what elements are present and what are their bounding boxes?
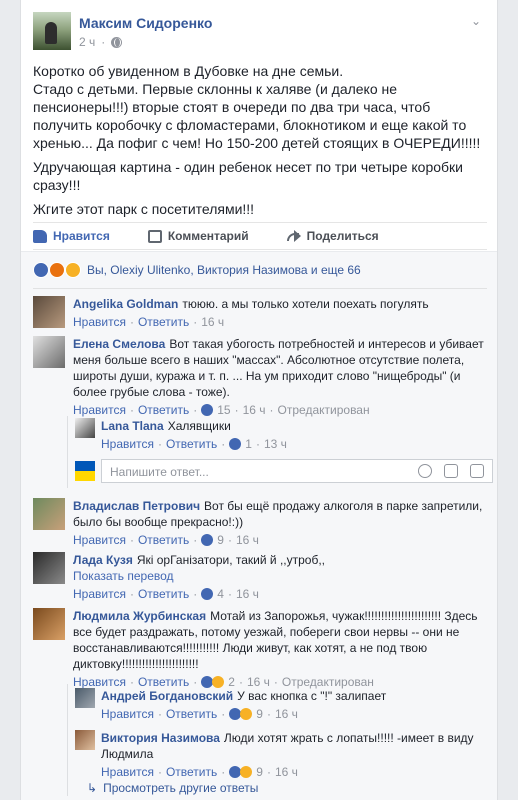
thread-line [67, 684, 68, 796]
comment-time[interactable]: 16 ч [275, 706, 298, 722]
comment-author[interactable]: Angelika Goldman [73, 297, 178, 311]
comment-like-link[interactable]: Нравится [101, 764, 154, 780]
comment-icon [147, 229, 162, 243]
share-label: Поделиться [306, 229, 379, 243]
avatar[interactable] [33, 608, 65, 640]
comments-section: Вы, Olexiy Ulitenko, Виктория Назимова и… [21, 251, 497, 800]
reply-input[interactable]: Напишите ответ... [101, 459, 493, 483]
comment-reply-link[interactable]: Ответить [138, 586, 189, 602]
comment-author[interactable]: Виктория Назимова [101, 731, 220, 745]
comment-text: У вас кнопка с "!" залипает [237, 689, 387, 703]
share-button[interactable]: Поделиться [286, 229, 379, 243]
like-button[interactable]: Нравится [33, 229, 110, 243]
comment-author[interactable]: Андрей Богдановский [101, 689, 233, 703]
like-count-icon [201, 404, 214, 416]
comment-text: Халявщики [167, 419, 231, 433]
thread-line [67, 416, 68, 488]
comment-like-link[interactable]: Нравится [73, 314, 126, 330]
post-header: Максим Сидоренко 2 ч · ⌄ [33, 12, 483, 52]
comment-like-link[interactable]: Нравится [101, 706, 154, 722]
reactions-summary[interactable]: Вы, Olexiy Ulitenko, Виктория Назимова и… [33, 262, 361, 278]
post-author[interactable]: Максим Сидоренко [79, 15, 212, 31]
avatar[interactable] [33, 296, 65, 328]
sad-reaction-icon [212, 676, 225, 688]
comment-reply-link[interactable]: Ответить [166, 436, 217, 452]
comment-reply-link[interactable]: Ответить [138, 532, 189, 548]
like-reaction-icon [33, 262, 49, 278]
comment-author[interactable]: Lana Tlana [101, 419, 164, 433]
avatar[interactable] [75, 688, 95, 708]
reply-arrow-icon: ↳ [87, 781, 98, 795]
avatar[interactable] [33, 552, 65, 584]
sad-reaction-icon [65, 262, 81, 278]
thumbs-up-icon [33, 229, 47, 243]
post-paragraph: Коротко об увиденном в Дубовке на дне се… [33, 63, 481, 151]
view-more-replies-label: Просмотреть другие ответы [103, 781, 259, 795]
share-icon [286, 230, 301, 242]
comment-like-link[interactable]: Нравится [101, 436, 154, 452]
comment-author[interactable]: Елена Смелова [73, 337, 165, 351]
comment-time[interactable]: 16 ч [236, 532, 259, 548]
comment-author[interactable]: Владислав Петрович [73, 499, 200, 513]
reply-placeholder: Напишите ответ... [110, 465, 209, 479]
chevron-down-icon[interactable]: ⌄ [471, 14, 481, 28]
angry-reaction-icon [49, 262, 65, 278]
comment-button[interactable]: Комментарий [147, 229, 249, 243]
comment-like-link[interactable]: Нравится [73, 402, 126, 418]
comment-author[interactable]: Людмила Журбинская [73, 609, 206, 623]
comment-reply-link[interactable]: Ответить [166, 706, 217, 722]
comment-like-link[interactable]: Нравится [73, 586, 126, 602]
camera-icon[interactable] [444, 464, 458, 478]
comment-text: тююю. а мы только хотели поехать погулят… [182, 297, 429, 311]
like-count-icon [229, 438, 242, 450]
post-actions: Нравится Комментарий Поделиться [33, 222, 487, 250]
laugh-reaction-icon [240, 708, 253, 720]
comment-likes[interactable]: 15 [217, 402, 230, 418]
comment-label: Комментарий [167, 229, 249, 243]
globe-icon [111, 36, 123, 48]
like-count-icon [201, 534, 214, 546]
post-paragraph: Жгите этот парк с посетителями!!! [33, 201, 255, 217]
comment-likes[interactable]: 1 [245, 436, 252, 452]
comment-time[interactable]: 16 ч [236, 586, 259, 602]
comment-reply-link[interactable]: Ответить [138, 402, 189, 418]
reply-composer: Напишите ответ... [75, 459, 499, 485]
avatar[interactable] [75, 418, 95, 438]
comment-text: Які орГанізатори, такий й ,,утроб,, [136, 553, 325, 567]
post-body: Коротко об увиденном в Дубовке на дне се… [33, 62, 489, 224]
post-time-row: 2 ч · [79, 35, 123, 49]
comment-time[interactable]: 16 ч [275, 764, 298, 780]
avatar[interactable] [75, 730, 95, 750]
comment-reply-link[interactable]: Ответить [166, 764, 217, 780]
reactions-text[interactable]: Вы, Olexiy Ulitenko, Виктория Назимова и… [87, 263, 361, 277]
post-paragraph: Удручающая картина - один ребенок несет … [33, 159, 463, 193]
comment-likes[interactable]: 9 [256, 706, 263, 722]
sticker-icon[interactable] [470, 464, 484, 478]
comment-likes[interactable]: 9 [256, 764, 263, 780]
comment-likes[interactable]: 4 [217, 586, 224, 602]
show-translation-link[interactable]: Показать перевод [73, 569, 174, 583]
comment-likes[interactable]: 9 [217, 532, 224, 548]
comment-like-link[interactable]: Нравится [73, 532, 126, 548]
comment-reply-link[interactable]: Ответить [138, 314, 189, 330]
avatar [75, 461, 95, 481]
comment-time[interactable]: 16 ч [243, 402, 266, 418]
comment-time[interactable]: 16 ч [201, 314, 224, 330]
post-time[interactable]: 2 ч [79, 35, 95, 49]
emoji-icon[interactable] [418, 464, 432, 478]
author-avatar[interactable] [33, 12, 71, 50]
like-count-icon [201, 588, 214, 600]
divider [33, 288, 487, 289]
avatar[interactable] [33, 498, 65, 530]
view-more-replies[interactable]: ↳ Просмотреть другие ответы [87, 781, 258, 795]
comment-author[interactable]: Лада Кузя [73, 553, 133, 567]
edited-label[interactable]: Отредактирован [278, 402, 370, 418]
avatar[interactable] [33, 336, 65, 368]
comment-time[interactable]: 13 ч [264, 436, 287, 452]
post-card: Максим Сидоренко 2 ч · ⌄ Коротко об увид… [20, 0, 498, 800]
laugh-reaction-icon [240, 766, 253, 778]
like-label: Нравится [53, 229, 110, 243]
